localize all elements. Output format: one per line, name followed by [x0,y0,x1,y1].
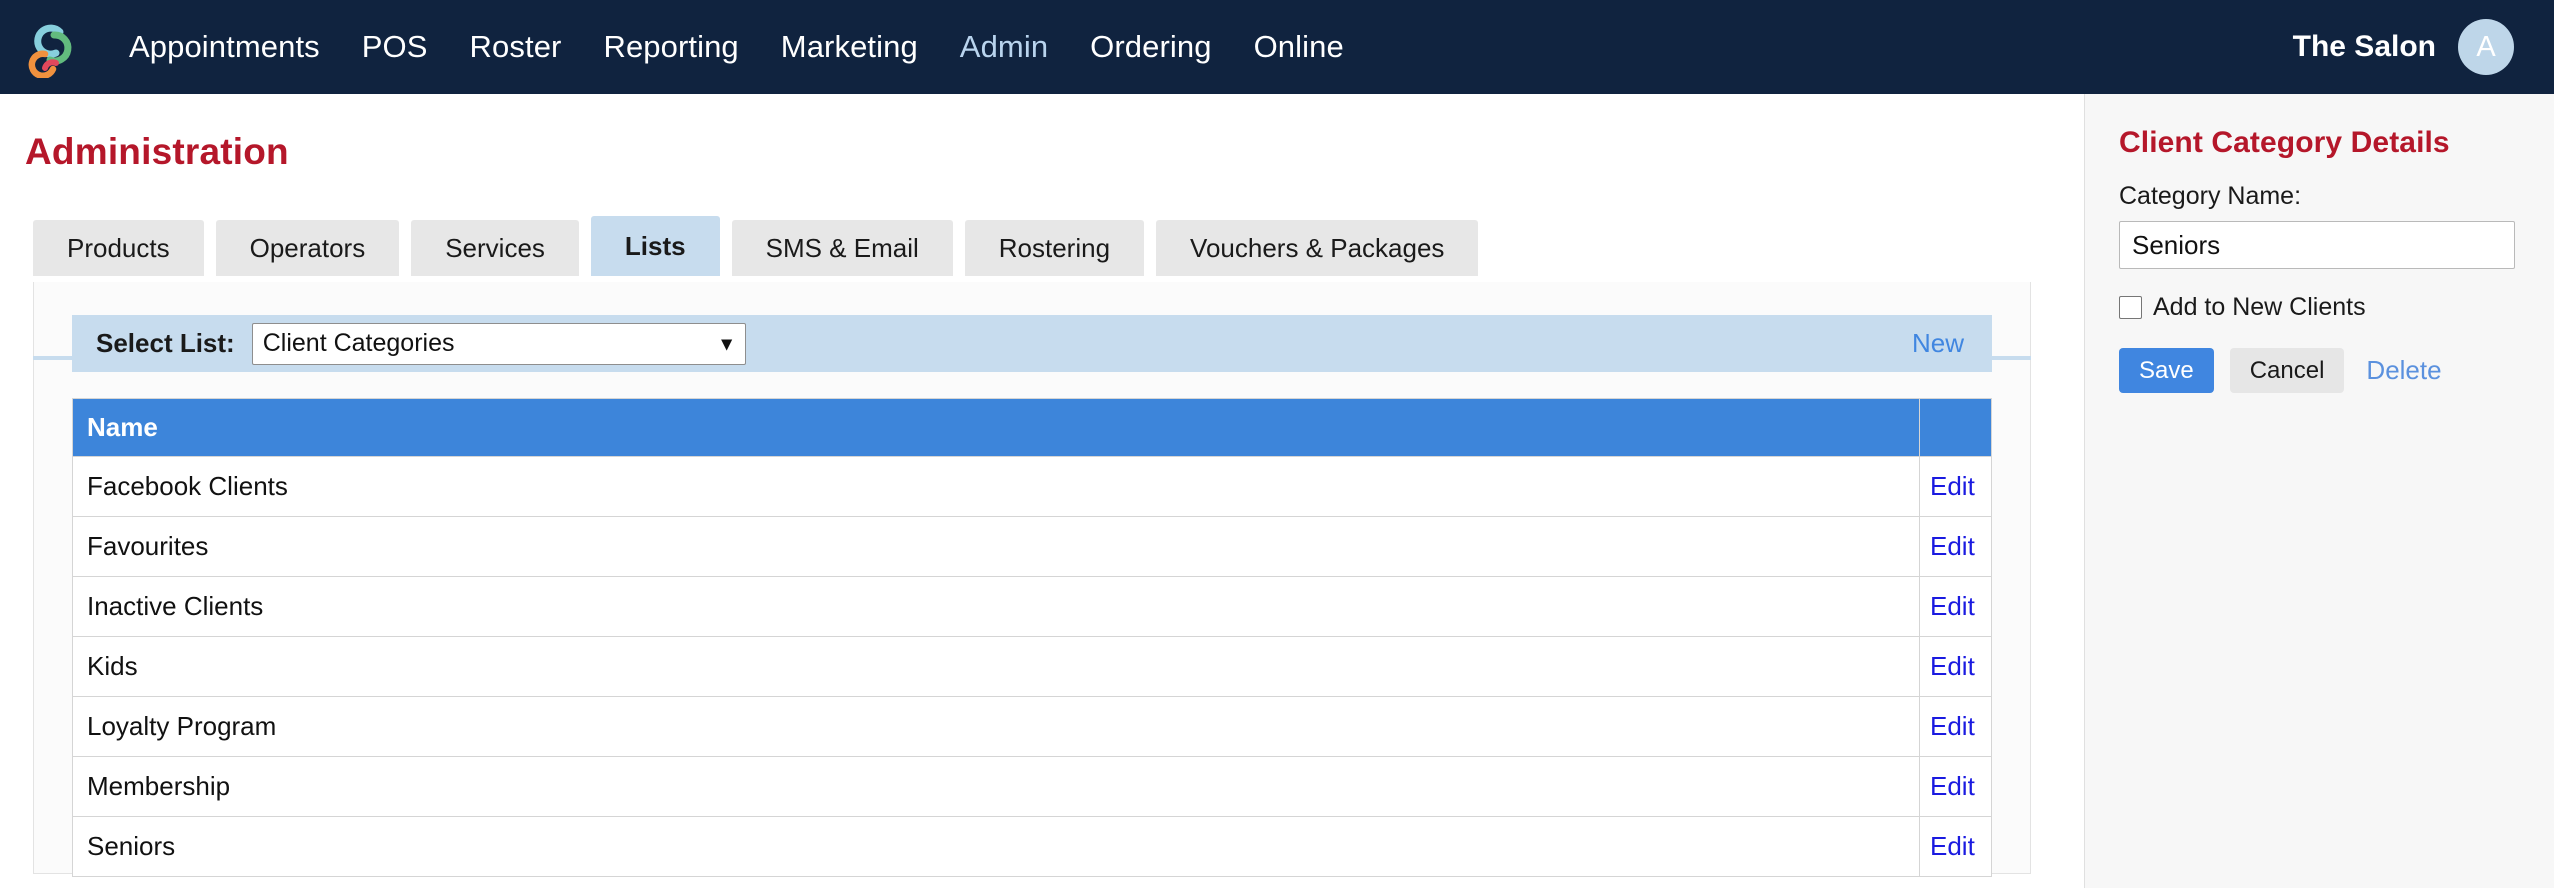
cell-action: Edit [1919,756,1992,817]
nav-link-reporting[interactable]: Reporting [582,0,759,94]
salon-logo[interactable] [22,16,78,78]
edit-link[interactable]: Edit [1930,831,1975,861]
cell-action: Edit [1919,696,1992,757]
table-row: Loyalty Program Edit [72,696,1992,757]
cell-action: Edit [1919,816,1992,877]
table-body: Facebook Clients Edit Favourites Edit In… [72,456,1992,877]
save-button[interactable]: Save [2119,348,2214,393]
new-list-item-link[interactable]: New [1912,328,1968,359]
tab-vouchers-packages[interactable]: Vouchers & Packages [1156,220,1479,276]
client-category-details-panel: Client Category Details Category Name: A… [2084,94,2554,888]
cell-action: Edit [1919,456,1992,517]
tab-services[interactable]: Services [411,220,579,276]
table-row: Seniors Edit [72,816,1992,877]
column-header-name[interactable]: Name [72,398,1920,457]
nav-link-roster[interactable]: Roster [449,0,583,94]
tab-sms-email[interactable]: SMS & Email [731,220,953,276]
category-name-input[interactable] [2119,221,2515,269]
edit-link[interactable]: Edit [1930,651,1975,681]
details-action-buttons: Save Cancel Delete [2119,348,2520,393]
cell-name: Inactive Clients [72,576,1920,637]
cell-name: Facebook Clients [72,456,1920,517]
edit-link[interactable]: Edit [1930,531,1975,561]
tab-lists[interactable]: Lists [590,216,720,276]
nav-link-marketing[interactable]: Marketing [760,0,939,94]
nav-link-admin[interactable]: Admin [939,0,1069,94]
cell-name: Kids [72,636,1920,697]
delete-link[interactable]: Delete [2366,355,2441,386]
select-list-label: Select List: [96,328,235,358]
select-list-value: Client Categories [262,329,455,357]
top-navigation-bar: Appointments POS Roster Reporting Market… [0,0,2554,94]
main-content-column: Administration Products Operators Servic… [0,94,2084,888]
cell-name: Membership [72,756,1920,817]
details-panel-title: Client Category Details [2119,126,2450,159]
nav-link-online[interactable]: Online [1233,0,1365,94]
cell-action: Edit [1919,576,1992,637]
nav-link-ordering[interactable]: Ordering [1069,0,1232,94]
page-title: Administration [25,131,289,172]
salon-logo-icon [28,24,72,78]
page-body: Administration Products Operators Servic… [0,94,2554,888]
add-to-new-clients-row: Add to New Clients [2119,293,2520,322]
table-row: Facebook Clients Edit [72,456,1992,517]
edit-link[interactable]: Edit [1930,471,1975,501]
cell-name: Seniors [72,816,1920,877]
select-list-bar: Select List: Client Categories ▾ New [72,315,1992,372]
tab-rostering[interactable]: Rostering [964,220,1145,276]
chevron-down-icon: ▾ [721,332,732,355]
nav-right-group: The Salon A [2293,19,2514,75]
cell-action: Edit [1919,636,1992,697]
cell-name: Loyalty Program [72,696,1920,757]
admin-tabs: Products Operators Services Lists SMS & … [33,216,2084,276]
table-head: Name [72,398,1992,457]
column-header-actions [1919,398,1992,457]
table-header-row: Name [72,398,1992,457]
edit-link[interactable]: Edit [1930,591,1975,621]
edit-link[interactable]: Edit [1930,711,1975,741]
add-to-new-clients-label[interactable]: Add to New Clients [2153,293,2366,322]
primary-nav-links: Appointments POS Roster Reporting Market… [108,0,2293,94]
tab-products[interactable]: Products [33,220,204,276]
table-row: Kids Edit [72,636,1992,697]
lists-content-panel: Select List: Client Categories ▾ New Nam… [33,282,2031,877]
add-to-new-clients-checkbox[interactable] [2119,296,2142,319]
cancel-button[interactable]: Cancel [2229,348,2345,393]
nav-link-pos[interactable]: POS [341,0,449,94]
cell-action: Edit [1919,516,1992,577]
salon-name-label: The Salon [2292,30,2436,63]
client-categories-table: Name Facebook Clients Edit Favourites Ed… [72,398,1992,877]
table-row: Inactive Clients Edit [72,576,1992,637]
category-name-label: Category Name: [2119,182,2302,210]
avatar[interactable]: A [2458,19,2514,75]
edit-link[interactable]: Edit [1930,771,1975,801]
table-row: Membership Edit [72,756,1992,817]
select-list-dropdown[interactable]: Client Categories ▾ [251,322,746,365]
cell-name: Favourites [72,516,1920,577]
table-row: Favourites Edit [72,516,1992,577]
tab-operators[interactable]: Operators [215,220,400,276]
nav-link-appointments[interactable]: Appointments [108,0,341,94]
